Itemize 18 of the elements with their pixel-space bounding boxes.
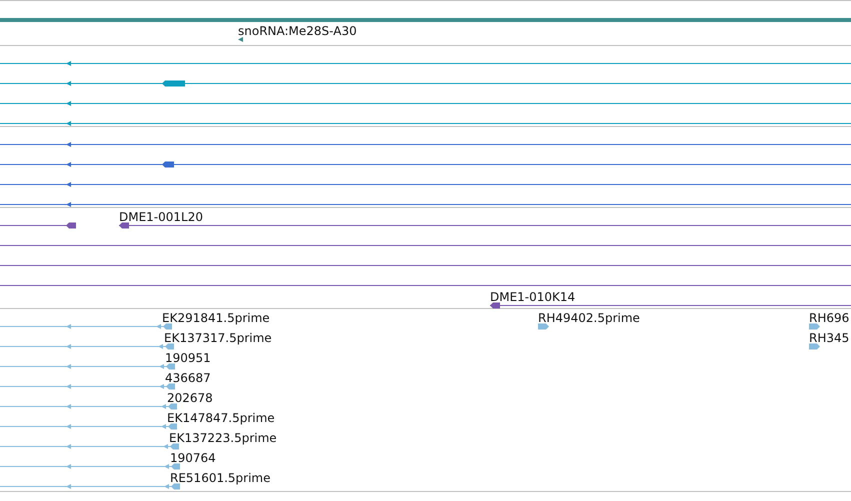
feature-label: EK291841.5prime <box>162 311 270 325</box>
feature-label: RH49402.5prime <box>538 311 640 325</box>
feature-arrow-icon <box>809 343 820 350</box>
feature-arrow-icon <box>538 323 549 330</box>
feature-label: DME1-001L20 <box>119 210 203 224</box>
feature-label: 190951 <box>165 351 211 365</box>
feature-label: DME1-010K14 <box>490 290 576 304</box>
feature-label: EK137223.5prime <box>169 431 277 445</box>
feature-label: RH696 <box>809 311 850 325</box>
feature-label: snoRNA:Me28S-A30 <box>238 24 357 38</box>
feature-label: EK137317.5prime <box>164 331 272 345</box>
feature-label: RH345 <box>809 331 850 345</box>
feature-arrow-icon <box>809 323 820 330</box>
feature-label: 190764 <box>170 451 216 465</box>
feature-label: 202678 <box>167 391 213 405</box>
feature-label: RE51601.5prime <box>170 471 270 485</box>
feature-label: 436687 <box>165 371 211 385</box>
feature-label: EK147847.5prime <box>167 411 275 425</box>
